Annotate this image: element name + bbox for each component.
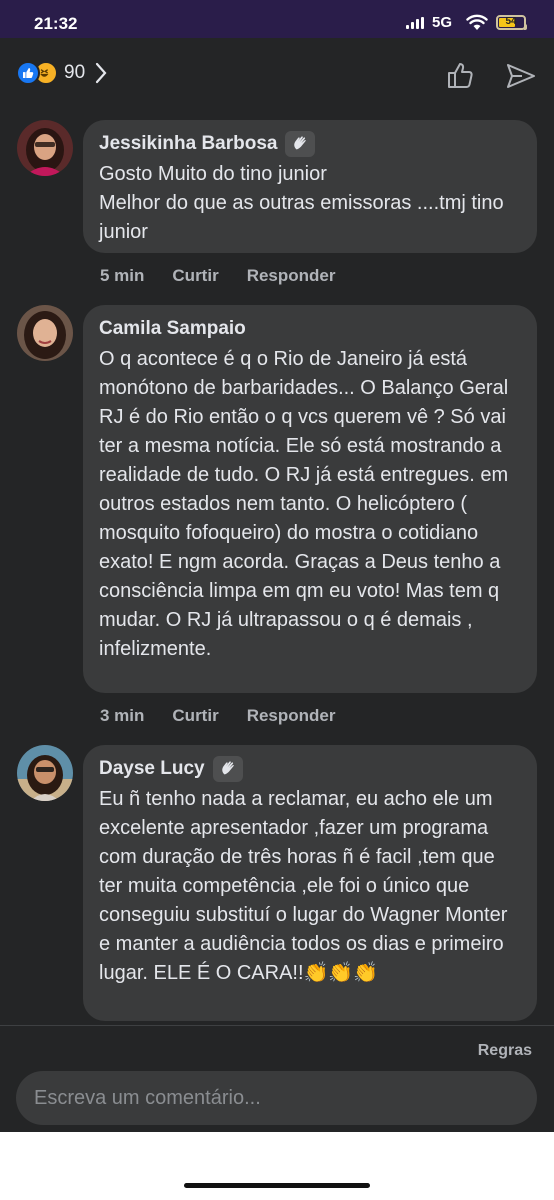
comment-text: Eu ñ tenho nada a reclamar, eu acho ele … xyxy=(99,788,508,984)
comment-bubble[interactable]: Dayse Lucy Eu ñ tenho nada a reclamar, e… xyxy=(83,745,537,1021)
rules-link[interactable]: Regras xyxy=(478,1042,532,1060)
status-time: 21:32 xyxy=(34,14,78,33)
home-indicator[interactable] xyxy=(184,1183,370,1188)
battery-icon: 54 xyxy=(496,15,527,30)
reply-comment-button[interactable]: Responder xyxy=(247,266,336,286)
reply-comment-button[interactable]: Responder xyxy=(247,706,336,726)
avatar[interactable] xyxy=(17,305,73,361)
wave-icon xyxy=(285,131,316,157)
comment-bubble[interactable]: Jessikinha Barbosa Gosto Muito do tino j… xyxy=(83,120,537,253)
like-comment-button[interactable]: Curtir xyxy=(172,706,218,726)
reaction-count: 90 xyxy=(64,62,86,83)
like-outline-icon[interactable] xyxy=(446,60,476,90)
comment-author[interactable]: Dayse Lucy xyxy=(99,758,205,780)
cellular-signal-icon xyxy=(406,17,424,29)
send-icon[interactable] xyxy=(506,62,536,90)
status-bar: 21:32 5G 54 xyxy=(0,0,554,38)
avatar[interactable] xyxy=(17,745,73,801)
post-header: 90 xyxy=(0,38,554,110)
divider xyxy=(0,1025,554,1026)
comment-actions: 3 min Curtir Responder xyxy=(100,706,363,726)
comment-input[interactable]: Escreva um comentário... xyxy=(16,1071,537,1125)
wave-icon xyxy=(212,756,243,782)
comment-actions: 5 min Curtir Responder xyxy=(100,266,363,286)
avatar[interactable] xyxy=(17,120,73,176)
like-comment-button[interactable]: Curtir xyxy=(172,266,218,286)
comment-input-placeholder: Escreva um comentário... xyxy=(34,1086,261,1109)
reactions-summary[interactable]: 90 xyxy=(16,58,107,88)
wifi-icon xyxy=(466,14,488,30)
comment-bubble[interactable]: Camila Sampaio O q acontece é q o Rio de… xyxy=(83,305,537,693)
comment-time: 5 min xyxy=(100,266,145,285)
like-icon xyxy=(16,61,40,85)
comment-text: O q acontece é q o Rio de Janeiro já est… xyxy=(99,348,509,660)
chevron-right-icon xyxy=(96,62,107,84)
comment-text: Gosto Muito do tino junior Melhor do que… xyxy=(99,163,504,243)
network-type: 5G xyxy=(432,14,453,31)
battery-level: 54 xyxy=(505,16,517,27)
comment-time: 3 min xyxy=(100,706,145,725)
comment-author[interactable]: Jessikinha Barbosa xyxy=(99,133,277,155)
bottom-safe-area xyxy=(0,1132,554,1200)
comment-author[interactable]: Camila Sampaio xyxy=(99,318,246,340)
